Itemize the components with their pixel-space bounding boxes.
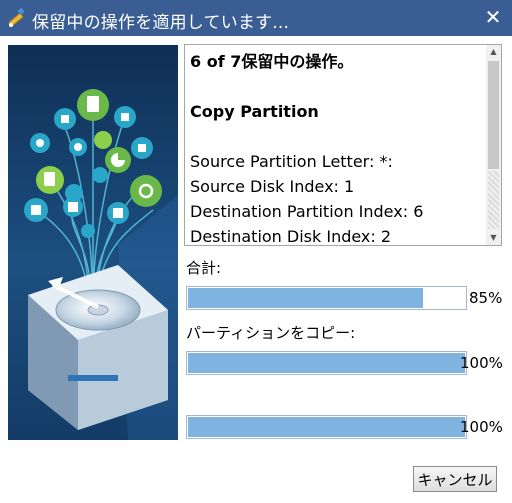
total-progress-bar: [186, 286, 467, 310]
scroll-up-arrow-icon[interactable]: ▲: [486, 45, 501, 59]
vertical-scrollbar[interactable]: ▲ ▼: [486, 45, 501, 245]
close-icon: ✕: [484, 5, 502, 29]
log-line: Destination Partition Index: 6: [190, 202, 424, 221]
wand-icon: [8, 7, 25, 27]
operation-log[interactable]: 6 of 7保留中の操作。 Copy Partition Source Part…: [184, 44, 502, 246]
close-button[interactable]: ✕: [480, 4, 506, 30]
cancel-button[interactable]: キャンセル: [413, 466, 497, 492]
step-progress-fill: [188, 417, 465, 437]
total-progress-fill: [188, 288, 423, 308]
window-title: 保留中の操作を適用しています...: [32, 13, 290, 33]
log-heading: 6 of 7保留中の操作。: [190, 52, 354, 71]
scroll-down-arrow-icon[interactable]: ▼: [486, 231, 501, 245]
scrollbar-track[interactable]: [488, 171, 499, 229]
step-percent: 100%: [460, 418, 503, 436]
title-bar: 保留中の操作を適用しています... ✕: [0, 0, 512, 36]
scrollbar-thumb[interactable]: [488, 61, 499, 169]
step-progress-bar: [186, 415, 467, 439]
log-line: Source Disk Index: 1: [190, 177, 355, 196]
operation-log-content: 6 of 7保留中の操作。 Copy Partition Source Part…: [190, 49, 485, 246]
log-line: Source Partition Letter: *:: [190, 152, 393, 171]
copy-percent: 100%: [460, 354, 503, 372]
log-operation: Copy Partition: [190, 102, 319, 121]
disk-tree-illustration: [8, 45, 178, 440]
copy-progress-fill: [188, 353, 465, 373]
copy-partition-label: パーティションをコピー:: [186, 324, 356, 342]
log-line: Destination Disk Index: 2: [190, 227, 392, 246]
total-percent: 85%: [469, 289, 503, 307]
copy-progress-bar: [186, 351, 467, 375]
total-label: 合計:: [186, 259, 222, 277]
